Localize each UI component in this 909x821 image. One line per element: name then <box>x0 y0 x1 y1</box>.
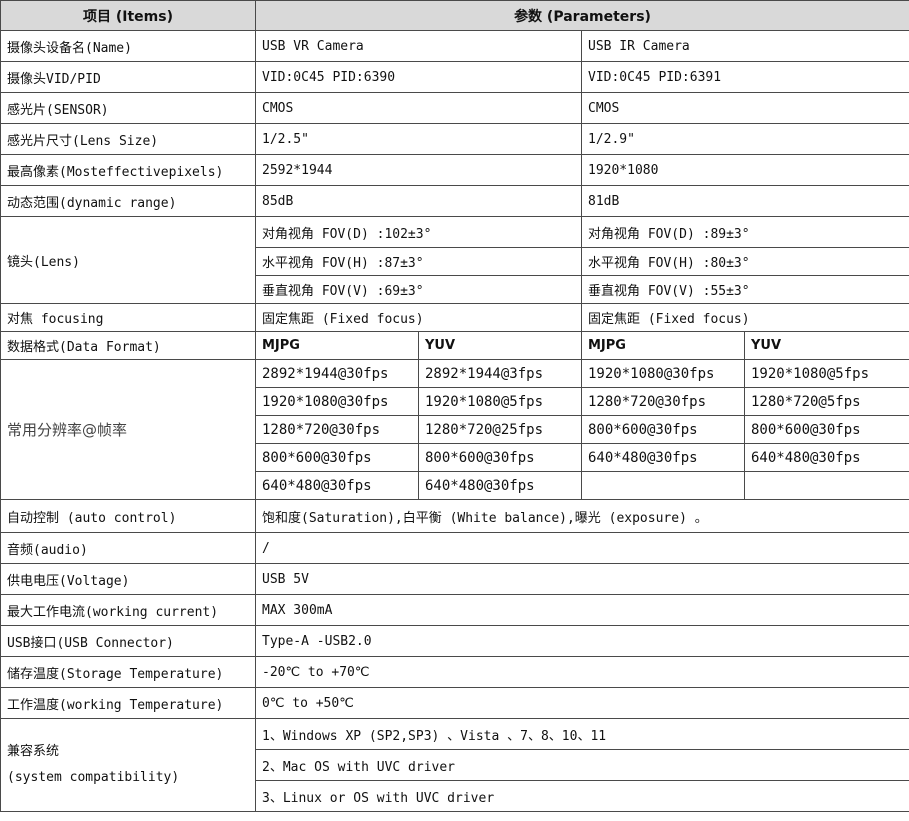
value-audio: / <box>255 532 909 564</box>
value-vr-name: USB VR Camera <box>255 30 582 62</box>
row-resolution-1: 常用分辨率@帧率 2892*1944@30fps 2892*1944@3fps … <box>0 359 909 500</box>
value-ir-vidpid: VID:0C45 PID:6391 <box>581 61 909 93</box>
row-compat-1: 兼容系统 (system compatibility) 1、Windows XP… <box>0 718 909 812</box>
value-vr-fov-d: 对角视角 FOV(D) :102±3° <box>255 216 582 248</box>
row-pixels: 最高像素(Mosteffectivepixels) 2592*1944 1920… <box>0 154 909 186</box>
row-data-format: 数据格式(Data Format) MJPG YUV MJPG YUV <box>0 331 909 360</box>
label-voltage: 供电电压(Voltage) <box>0 563 256 595</box>
row-working-temp: 工作温度(working Temperature) 0℃ to +50℃ <box>0 687 909 719</box>
value-vr-fov-v: 垂直视角 FOV(V) :69±3° <box>255 275 582 304</box>
label-working-temp: 工作温度(working Temperature) <box>0 687 256 719</box>
label-name: 摄像头设备名(Name) <box>0 30 256 62</box>
res-vr-mjpg-4: 800*600@30fps <box>255 443 419 472</box>
value-working-temp: 0℃ to +50℃ <box>255 687 909 719</box>
value-auto-control: 饱和度(Saturation),白平衡 (White balance),曝光 (… <box>255 499 909 533</box>
value-vr-focusing: 固定焦距 (Fixed focus) <box>255 303 582 332</box>
value-compat-2: 2、Mac OS with UVC driver <box>255 749 909 781</box>
value-vr-pixels: 2592*1944 <box>255 154 582 186</box>
res-vr-mjpg-1: 2892*1944@30fps <box>255 359 419 388</box>
label-dynamic-range: 动态范围(dynamic range) <box>0 185 256 217</box>
value-ir-pixels: 1920*1080 <box>581 154 909 186</box>
res-ir-mjpg-2: 1280*720@30fps <box>581 387 745 416</box>
header-parameters: 参数 (Parameters) <box>255 0 909 31</box>
row-name: 摄像头设备名(Name) USB VR Camera USB IR Camera <box>0 30 909 62</box>
value-vr-vidpid: VID:0C45 PID:6390 <box>255 61 582 93</box>
value-ir-lens-size: 1/2.9" <box>581 123 909 155</box>
header-items: 项目 (Items) <box>0 0 256 31</box>
label-lens-size: 感光片尺寸(Lens Size) <box>0 123 256 155</box>
value-voltage: USB 5V <box>255 563 909 595</box>
value-current: MAX 300mA <box>255 594 909 626</box>
row-usb-connector: USB接口(USB Connector) Type-A -USB2.0 <box>0 625 909 657</box>
label-sensor: 感光片(SENSOR) <box>0 92 256 124</box>
label-usb-connector: USB接口(USB Connector) <box>0 625 256 657</box>
res-vr-mjpg-5: 640*480@30fps <box>255 471 419 500</box>
label-focusing: 对焦 focusing <box>0 303 256 332</box>
res-vr-yuv-3: 1280*720@25fps <box>418 415 582 444</box>
label-auto-control: 自动控制 (auto control) <box>0 499 256 533</box>
value-ir-dynamic-range: 81dB <box>581 185 909 217</box>
row-voltage: 供电电压(Voltage) USB 5V <box>0 563 909 595</box>
res-ir-mjpg-5 <box>581 471 745 500</box>
res-vr-yuv-2: 1920*1080@5fps <box>418 387 582 416</box>
label-resolution: 常用分辨率@帧率 <box>0 359 256 500</box>
value-compat-3: 3、Linux or OS with UVC driver <box>255 780 909 812</box>
row-lens-size: 感光片尺寸(Lens Size) 1/2.5" 1/2.9" <box>0 123 909 155</box>
row-auto-control: 自动控制 (auto control) 饱和度(Saturation),白平衡 … <box>0 499 909 533</box>
res-vr-yuv-5: 640*480@30fps <box>418 471 582 500</box>
value-ir-fov-d: 对角视角 FOV(D) :89±3° <box>581 216 909 248</box>
label-compat-cn: 兼容系统 <box>7 744 60 759</box>
res-ir-yuv-1: 1920*1080@5fps <box>744 359 909 388</box>
label-compat: 兼容系统 (system compatibility) <box>0 718 256 812</box>
row-focusing: 对焦 focusing 固定焦距 (Fixed focus) 固定焦距 (Fix… <box>0 303 909 332</box>
format-vr-mjpg: MJPG <box>255 331 419 360</box>
spec-table: 项目 (Items) 参数 (Parameters) 摄像头设备名(Name) … <box>0 0 909 812</box>
format-ir-yuv: YUV <box>744 331 909 360</box>
res-ir-yuv-2: 1280*720@5fps <box>744 387 909 416</box>
res-ir-mjpg-3: 800*600@30fps <box>581 415 745 444</box>
label-lens: 镜头(Lens) <box>0 216 256 304</box>
row-dynamic-range: 动态范围(dynamic range) 85dB 81dB <box>0 185 909 217</box>
res-ir-mjpg-1: 1920*1080@30fps <box>581 359 745 388</box>
label-compat-en: (system compatibility) <box>7 770 180 785</box>
res-vr-mjpg-3: 1280*720@30fps <box>255 415 419 444</box>
row-audio: 音频(audio) / <box>0 532 909 564</box>
label-data-format: 数据格式(Data Format) <box>0 331 256 360</box>
res-ir-yuv-4: 640*480@30fps <box>744 443 909 472</box>
res-vr-mjpg-2: 1920*1080@30fps <box>255 387 419 416</box>
label-current: 最大工作电流(working current) <box>0 594 256 626</box>
format-ir-mjpg: MJPG <box>581 331 745 360</box>
format-vr-yuv: YUV <box>418 331 582 360</box>
res-vr-yuv-4: 800*600@30fps <box>418 443 582 472</box>
value-ir-fov-h: 水平视角 FOV(H) :80±3° <box>581 247 909 276</box>
value-vr-sensor: CMOS <box>255 92 582 124</box>
label-vidpid: 摄像头VID/PID <box>0 61 256 93</box>
label-audio: 音频(audio) <box>0 532 256 564</box>
value-compat-1: 1、Windows XP (SP2,SP3) 、Vista 、7、8、10、11 <box>255 718 909 750</box>
value-vr-fov-h: 水平视角 FOV(H) :87±3° <box>255 247 582 276</box>
label-pixels: 最高像素(Mosteffectivepixels) <box>0 154 256 186</box>
res-ir-yuv-5 <box>744 471 909 500</box>
row-lens-d: 镜头(Lens) 对角视角 FOV(D) :102±3° 对角视角 FOV(D)… <box>0 216 909 304</box>
value-vr-dynamic-range: 85dB <box>255 185 582 217</box>
row-current: 最大工作电流(working current) MAX 300mA <box>0 594 909 626</box>
value-ir-sensor: CMOS <box>581 92 909 124</box>
res-ir-yuv-3: 800*600@30fps <box>744 415 909 444</box>
row-sensor: 感光片(SENSOR) CMOS CMOS <box>0 92 909 124</box>
value-storage-temp: -20℃ to +70℃ <box>255 656 909 688</box>
value-ir-fov-v: 垂直视角 FOV(V) :55±3° <box>581 275 909 304</box>
value-usb-connector: Type-A -USB2.0 <box>255 625 909 657</box>
header-row: 项目 (Items) 参数 (Parameters) <box>0 0 909 31</box>
res-ir-mjpg-4: 640*480@30fps <box>581 443 745 472</box>
value-ir-name: USB IR Camera <box>581 30 909 62</box>
value-ir-focusing: 固定焦距 (Fixed focus) <box>581 303 909 332</box>
res-vr-yuv-1: 2892*1944@3fps <box>418 359 582 388</box>
label-storage-temp: 储存温度(Storage Temperature) <box>0 656 256 688</box>
value-vr-lens-size: 1/2.5" <box>255 123 582 155</box>
row-vidpid: 摄像头VID/PID VID:0C45 PID:6390 VID:0C45 PI… <box>0 61 909 93</box>
row-storage-temp: 储存温度(Storage Temperature) -20℃ to +70℃ <box>0 656 909 688</box>
